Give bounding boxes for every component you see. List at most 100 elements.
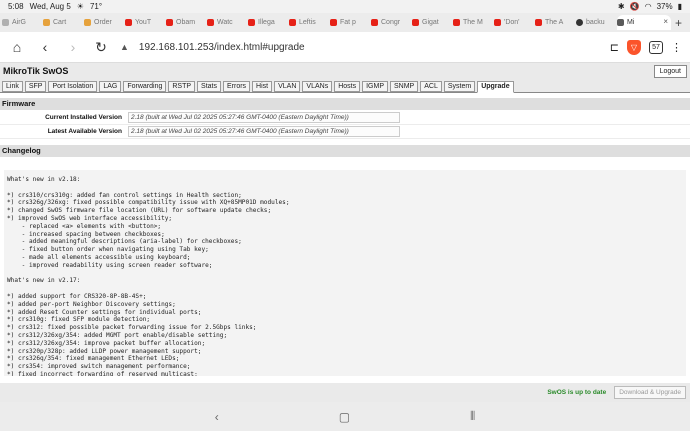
wifi-icon: ◠	[644, 2, 652, 11]
tab-count-button[interactable]: 57	[649, 40, 663, 54]
logout-button[interactable]: Logout	[653, 65, 687, 78]
mute-icon: 🔇	[629, 2, 640, 11]
browser-tab[interactable]: Order	[84, 15, 122, 30]
youtube-icon	[166, 19, 173, 26]
battery-level: 37%	[656, 2, 673, 11]
android-nav-bar: ‹ ▢ ⦀	[0, 402, 690, 431]
browser-tab[interactable]: Watc	[207, 15, 245, 30]
upgrade-footer: SwOS is up to date Download & Upgrade	[0, 383, 690, 402]
menu-tab-forwarding[interactable]: Forwarding	[123, 81, 167, 92]
main-menu: Link SFP Port Isolation LAG Forwarding RSTP St…	[0, 79, 690, 93]
firmware-section-title: Firmware	[0, 98, 690, 110]
browser-tab[interactable]: 'Don'	[494, 15, 532, 30]
status-bar: 5:08 Wed, Aug 5 ☀ 71° ✱ 🔇 ◠ 37% ▮	[0, 0, 690, 13]
browser-tab[interactable]: Gigat	[412, 15, 450, 30]
browser-tab-label: Fat p	[340, 19, 356, 26]
back-icon[interactable]: ‹	[34, 36, 56, 58]
reload-icon[interactable]: ↻	[90, 36, 112, 58]
date: Wed, Aug 5	[29, 2, 71, 11]
menu-tab-link[interactable]: Link	[2, 81, 23, 92]
browser-tab-label: Leftis	[299, 19, 316, 26]
youtube-icon	[371, 19, 378, 26]
favicon-icon	[43, 19, 50, 26]
app-header: MikroTik SwOS	[0, 63, 690, 79]
browser-tab[interactable]: Obam	[166, 15, 204, 30]
youtube-icon	[412, 19, 419, 26]
current-version-row: Current Installed Version 2.18 (built at…	[0, 111, 690, 125]
browser-tab-label: Order	[94, 19, 112, 26]
menu-tab-port-isolation[interactable]: Port Isolation	[48, 81, 98, 92]
browser-tab[interactable]: Leftis	[289, 15, 327, 30]
browser-tab[interactable]: Congr	[371, 15, 409, 30]
browser-tab-label: backu	[586, 19, 605, 26]
browser-tab[interactable]: Cart	[43, 15, 81, 30]
latest-version-row: Latest Available Version 2.18 (built at …	[0, 125, 690, 139]
insecure-warning-icon[interactable]: ▲	[120, 42, 129, 52]
browser-tab-label: YouT	[135, 19, 152, 26]
bluetooth-icon: ✱	[617, 2, 625, 11]
brave-shields-icon[interactable]: ▽	[627, 39, 641, 55]
menu-tab-hosts[interactable]: Hosts	[334, 81, 361, 92]
browser-tab-label: AirG	[12, 19, 26, 26]
youtube-icon	[453, 19, 460, 26]
url-text: 192.168.101.253/index.html#upgrade	[138, 41, 305, 53]
browser-tab[interactable]: The A	[535, 15, 573, 30]
menu-tab-vlan[interactable]: VLAN	[274, 81, 301, 92]
menu-tab-acl[interactable]: ACL	[420, 81, 442, 92]
menu-tab-sfp[interactable]: SFP	[24, 81, 47, 92]
address-bar[interactable]: ▲ 192.168.101.253/index.html#upgrade	[120, 36, 610, 58]
browser-tab-label: 'Don'	[504, 19, 520, 26]
menu-tab-stats[interactable]: Stats	[197, 81, 221, 92]
youtube-icon	[248, 19, 255, 26]
browser-tab[interactable]: The M	[453, 15, 491, 30]
browser-tab-label: Watc	[217, 19, 233, 26]
new-tab-icon[interactable]: +	[675, 16, 682, 30]
bookmark-icon[interactable]: ⊏	[610, 41, 619, 54]
youtube-icon	[207, 19, 214, 26]
browser-tab[interactable]: Fat p	[330, 15, 368, 30]
browser-tab-label: Illega	[258, 19, 275, 26]
browser-tab-strip: AirG Cart Order YouT Obam Watc Illega Leftis Fat…	[0, 13, 690, 32]
browser-tab-label: Obam	[176, 19, 196, 26]
youtube-icon	[125, 19, 132, 26]
browser-tab-label: Cart	[53, 19, 67, 26]
menu-tab-snmp[interactable]: SNMP	[390, 81, 419, 92]
browser-tab[interactable]: Mi ×	[617, 15, 671, 30]
favicon-icon	[84, 19, 91, 26]
menu-tab-lag[interactable]: LAG	[99, 81, 122, 92]
favicon-icon	[617, 19, 624, 26]
system-home-icon[interactable]: ▢	[339, 410, 350, 424]
system-back-icon[interactable]: ‹	[215, 410, 219, 424]
latest-version-label: Latest Available Version	[47, 128, 122, 135]
menu-icon[interactable]: ⋮	[671, 41, 682, 54]
current-version-label: Current Installed Version	[45, 114, 122, 121]
menu-tab-upgrade[interactable]: Upgrade	[477, 81, 514, 93]
battery-icon: ▮	[677, 2, 682, 11]
changelog-box[interactable]: What's new in v2.18: *) crs310/crs310g: …	[4, 170, 686, 376]
home-icon[interactable]: ⌂	[6, 36, 28, 58]
current-version-value: 2.18 (built at Wed Jul 02 2025 05:27:46 …	[128, 112, 400, 123]
latest-version-value: 2.18 (built at Wed Jul 02 2025 05:27:46 …	[128, 126, 400, 137]
download-upgrade-button[interactable]: Download & Upgrade	[614, 386, 686, 399]
youtube-icon	[330, 19, 337, 26]
browser-toolbar: ⌂ ‹ › ↻ ▲ 192.168.101.253/index.html#upg…	[0, 32, 690, 63]
menu-tab-vlans[interactable]: VLANs	[302, 81, 333, 92]
close-tab-icon[interactable]: ×	[663, 17, 668, 26]
update-status: SwOS is up to date	[547, 389, 607, 396]
youtube-icon	[535, 19, 542, 26]
browser-tab[interactable]: Illega	[248, 15, 286, 30]
browser-tab[interactable]: YouT	[125, 15, 163, 30]
menu-tab-errors[interactable]: Errors	[222, 81, 251, 92]
system-recents-icon[interactable]: ⦀	[470, 409, 475, 424]
menu-tab-system[interactable]: System	[443, 81, 476, 92]
favicon-icon	[576, 19, 583, 26]
forward-icon[interactable]: ›	[62, 36, 84, 58]
menu-tab-hist[interactable]: Hist	[252, 81, 273, 92]
menu-tab-igmp[interactable]: IGMP	[362, 81, 388, 92]
menu-tab-rstp[interactable]: RSTP	[168, 81, 196, 92]
browser-tab-label: The A	[545, 19, 564, 26]
browser-tab-label: Mi	[627, 19, 635, 26]
temperature: 71°	[89, 2, 103, 11]
browser-tab[interactable]: backu	[576, 15, 614, 30]
browser-tab[interactable]: AirG	[2, 15, 40, 30]
